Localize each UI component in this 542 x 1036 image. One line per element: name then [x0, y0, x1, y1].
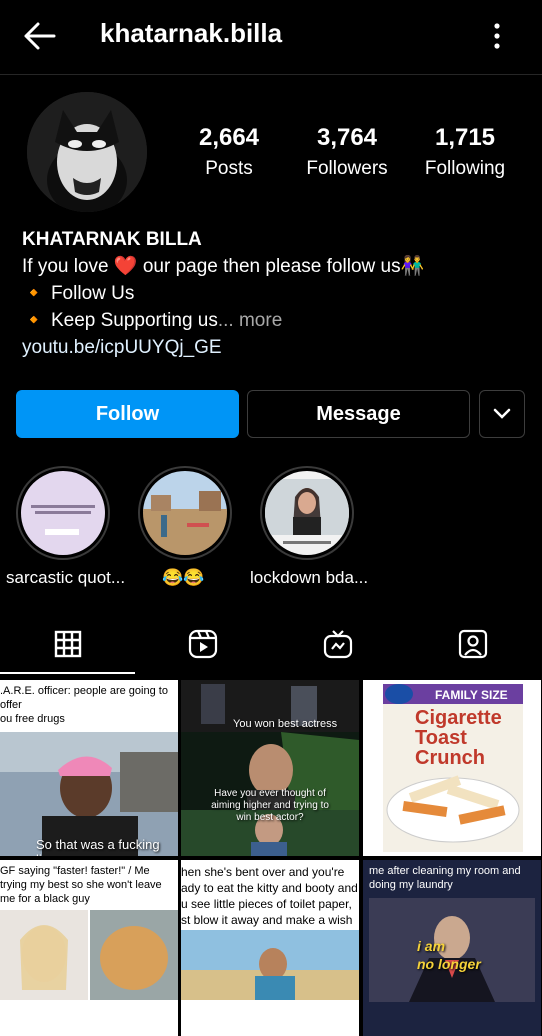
story-highlight[interactable]: [260, 466, 356, 560]
posts-count-value: 2,664: [198, 124, 260, 151]
bio-line3: Keep Supporting us: [50, 310, 218, 331]
bio-line1-start: If you love: [22, 256, 109, 277]
reels-icon: [188, 629, 217, 659]
back-arrow-icon[interactable]: [22, 20, 56, 52]
post-thumbnail[interactable]: GF saying "faster! faster!" / Me trying …: [0, 860, 178, 1036]
suggested-accounts-button[interactable]: [479, 390, 525, 438]
tab-igtv[interactable]: [270, 614, 405, 674]
followers-count-value: 3,764: [316, 124, 378, 151]
chevron-down-icon: [493, 408, 511, 419]
bullet-icon: 🔸: [22, 310, 46, 331]
box-title: Cigarette Toast Crunch: [415, 708, 502, 768]
heart-emoji: ❤️: [113, 256, 138, 277]
bio-line1-end: our page then please follow us: [142, 256, 401, 277]
post-caption: So that was a fucking lie.: [36, 837, 160, 856]
highlight-label: 😂😂: [162, 568, 205, 587]
bio-more-link[interactable]: ... more: [218, 310, 282, 331]
tab-reels[interactable]: [135, 614, 270, 674]
post-thumbnail[interactable]: You won best actress Have you ever thoug…: [181, 680, 359, 856]
profile-username: khatarnak.billa: [100, 18, 283, 48]
profile-tabs: [0, 614, 542, 674]
post-caption: You won best actress: [233, 718, 338, 730]
message-button[interactable]: Message: [247, 390, 470, 438]
highlight-cover: [21, 471, 105, 555]
tab-posts-grid[interactable]: [0, 614, 135, 674]
story-highlight[interactable]: [138, 466, 234, 560]
post-caption: i am: [417, 938, 446, 954]
active-tab-indicator: [0, 672, 135, 674]
profile-display-name: KHATARNAK BILLA: [22, 229, 202, 250]
more-options-icon[interactable]: [484, 20, 510, 52]
profile-avatar[interactable]: [27, 92, 147, 212]
profile-bio: KHATARNAK BILLA If you love ❤️ our page …: [22, 226, 424, 361]
post-thumbnail[interactable]: hen she's bent over and you're ady to ea…: [181, 860, 359, 1036]
post-thumbnail[interactable]: FAMILY SIZE Cigarette Toast Crunch: [363, 680, 541, 856]
tab-tagged[interactable]: [405, 614, 540, 674]
bio-line2: Follow Us: [50, 283, 135, 304]
bio-website-link[interactable]: youtu.be/icpUUYQj_GE: [22, 334, 424, 361]
post-caption: no longer: [417, 956, 481, 972]
box-label: FAMILY SIZE: [435, 688, 508, 702]
igtv-icon: [323, 630, 352, 659]
bullet-icon: 🔸: [22, 283, 46, 304]
story-highlight[interactable]: [16, 466, 112, 560]
posts-count: 2,664 Posts: [190, 124, 268, 180]
post-thumbnail[interactable]: .A.R.E. officer: people are going to off…: [0, 680, 178, 856]
box-title-line: Cigarette: [415, 707, 502, 729]
grid-icon: [54, 630, 81, 658]
box-title-line: Crunch: [415, 747, 485, 769]
follow-button[interactable]: Follow: [16, 390, 239, 438]
post-text: GF saying "faster! faster!" / Me trying …: [0, 865, 162, 905]
post-caption: Have you ever thought of aiming higher a…: [211, 788, 329, 823]
highlight-label: lockdown bda...: [250, 568, 369, 587]
box-title-line: Toast: [415, 727, 467, 749]
followers-count-label: Followers: [306, 158, 388, 179]
highlight-label: sarcastic quot...: [6, 568, 126, 587]
following-count-label: Following: [424, 158, 506, 179]
couple-emoji: 👫: [400, 256, 425, 277]
post-text: hen she's bent over and you're ady to ea…: [181, 865, 358, 927]
highlight-cover: [143, 471, 227, 555]
post-text: me after cleaning my room and doing my l…: [369, 865, 521, 891]
posts-count-label: Posts: [205, 158, 253, 179]
tagged-person-icon: [458, 629, 487, 659]
following-count-value: 1,715: [434, 124, 496, 151]
posts-grid: .A.R.E. officer: people are going to off…: [0, 680, 542, 1036]
following-count[interactable]: 1,715 Following: [418, 124, 512, 180]
highlight-cover: [265, 471, 349, 555]
post-thumbnail[interactable]: me after cleaning my room and doing my l…: [363, 860, 541, 1036]
top-bar: khatarnak.billa: [0, 0, 542, 75]
followers-count[interactable]: 3,764 Followers: [300, 124, 394, 180]
